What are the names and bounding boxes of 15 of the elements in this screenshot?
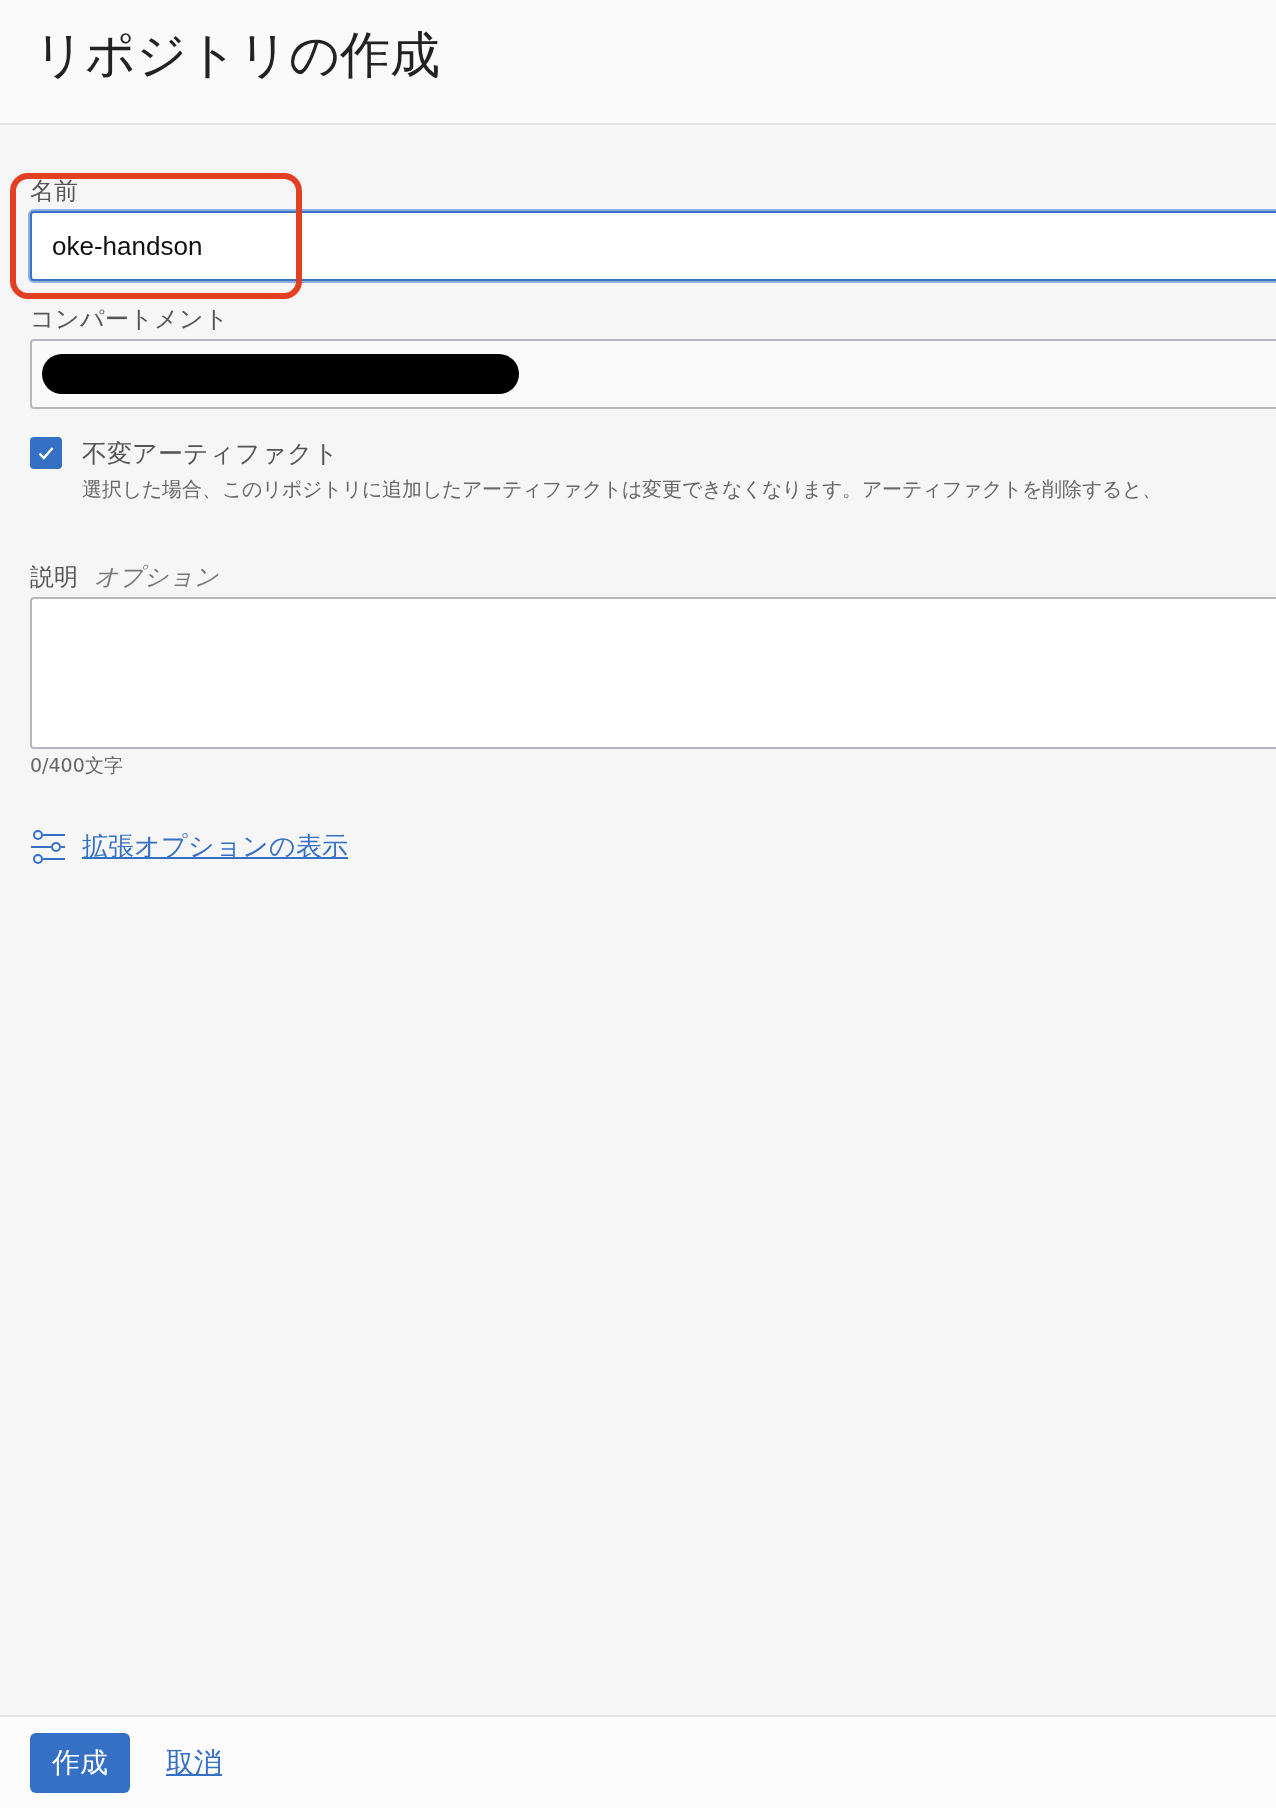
character-counter: 0/400文字 bbox=[30, 753, 124, 778]
checkbox-label: 不変アーティファクト bbox=[82, 438, 340, 470]
create-button[interactable]: 作成 bbox=[30, 1732, 130, 1793]
sliders-icon bbox=[30, 829, 66, 864]
checkbox-description: 選択した場合、このリポジトリに追加したアーティファクトは変更できなくなります。アーティファクトを削除すると、 bbox=[82, 476, 1162, 503]
field-label: 名前 bbox=[30, 176, 79, 207]
field-label: コンパートメント bbox=[30, 304, 230, 335]
cancel-link[interactable]: 取消 bbox=[166, 1743, 222, 1782]
optional-hint: オプション bbox=[94, 562, 219, 593]
page-title: リポジトリの作成 bbox=[34, 25, 441, 86]
advanced-options-link[interactable]: 拡張オプションの表示 bbox=[82, 829, 348, 864]
compartment-select[interactable] bbox=[30, 339, 1276, 409]
name-input[interactable]: oke-handson bbox=[30, 211, 1276, 281]
field-label: 説明 bbox=[30, 562, 78, 593]
checkbox[interactable] bbox=[30, 437, 62, 469]
